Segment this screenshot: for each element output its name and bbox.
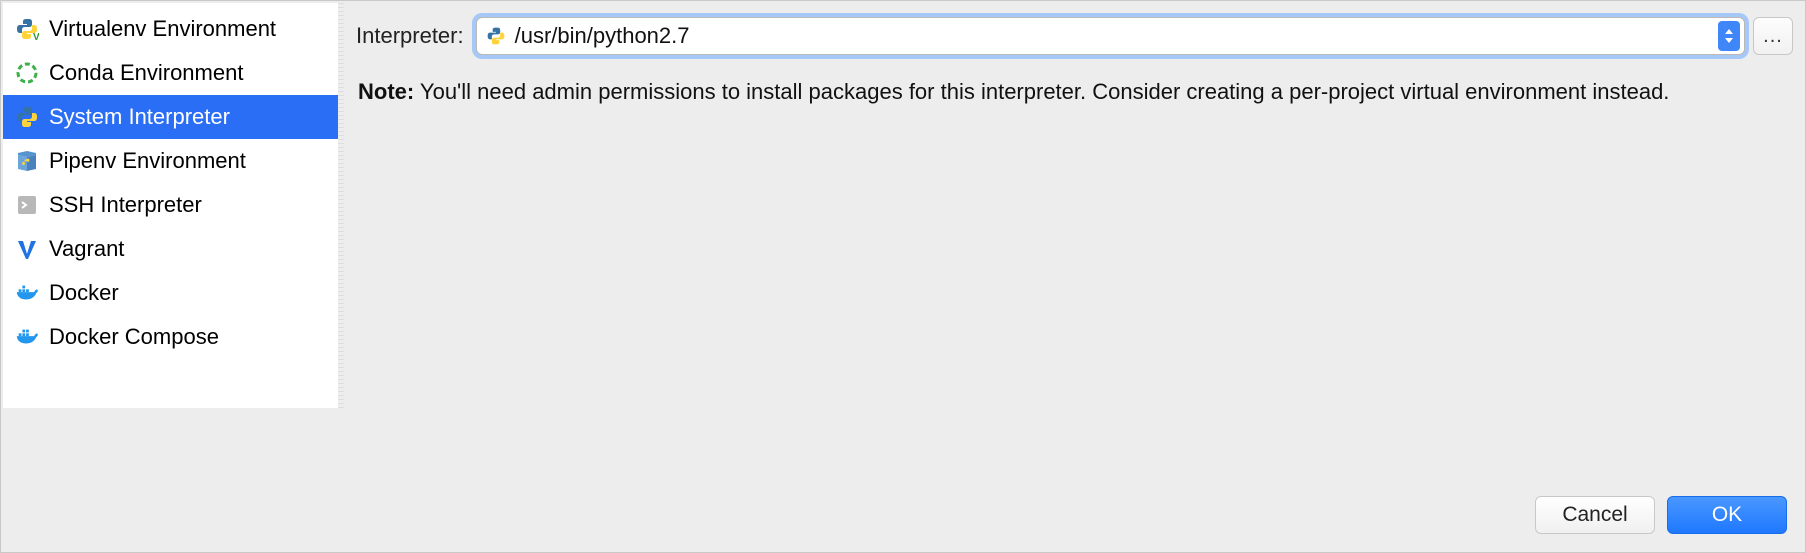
interpreter-label: Interpreter: (356, 23, 464, 49)
sidebar-item-label: SSH Interpreter (49, 192, 202, 218)
python-icon (15, 105, 39, 129)
ssh-icon (15, 193, 39, 217)
docker-compose-icon (15, 325, 39, 349)
note-bold: Note: (358, 79, 414, 104)
sidebar-item-vagrant[interactable]: Vagrant (3, 227, 338, 271)
sidebar-item-pipenv[interactable]: Pipenv Environment (3, 139, 338, 183)
sidebar-item-label: Virtualenv Environment (49, 16, 276, 42)
sidebar-item-docker-compose[interactable]: Docker Compose (3, 315, 338, 359)
conda-icon (15, 61, 39, 85)
note-body: You'll need admin permissions to install… (414, 79, 1669, 104)
note-text: Note: You'll need admin permissions to i… (356, 75, 1793, 108)
combobox-arrows-icon (1718, 21, 1740, 51)
sidebar-item-conda[interactable]: Conda Environment (3, 51, 338, 95)
sidebar-item-docker[interactable]: Docker (3, 271, 338, 315)
pipenv-icon (15, 149, 39, 173)
browse-button[interactable]: ... (1753, 17, 1793, 55)
main-panel: Interpreter: /usr/bin/python2.7 ... Note… (344, 1, 1805, 482)
sidebar-item-label: Docker (49, 280, 119, 306)
ok-button[interactable]: OK (1667, 496, 1787, 534)
svg-text:V: V (33, 32, 39, 41)
python-v-icon: V (15, 17, 39, 41)
interpreter-value: /usr/bin/python2.7 (515, 23, 1718, 49)
vagrant-icon (15, 237, 39, 261)
sidebar-item-ssh[interactable]: SSH Interpreter (3, 183, 338, 227)
sidebar-item-label: System Interpreter (49, 104, 230, 130)
sidebar-item-label: Vagrant (49, 236, 124, 262)
sidebar-item-label: Pipenv Environment (49, 148, 246, 174)
interpreter-type-sidebar: V Virtualenv Environment Conda Environme… (3, 3, 338, 408)
sidebar-item-label: Docker Compose (49, 324, 219, 350)
sidebar-item-system[interactable]: System Interpreter (3, 95, 338, 139)
dialog-button-bar: Cancel OK (1, 482, 1805, 552)
sidebar-item-virtualenv[interactable]: V Virtualenv Environment (3, 7, 338, 51)
python-icon (485, 25, 507, 47)
cancel-button[interactable]: Cancel (1535, 496, 1655, 534)
sidebar-resize-handle[interactable] (338, 3, 344, 408)
docker-icon (15, 281, 39, 305)
sidebar-item-label: Conda Environment (49, 60, 243, 86)
interpreter-combobox[interactable]: /usr/bin/python2.7 (476, 17, 1745, 55)
